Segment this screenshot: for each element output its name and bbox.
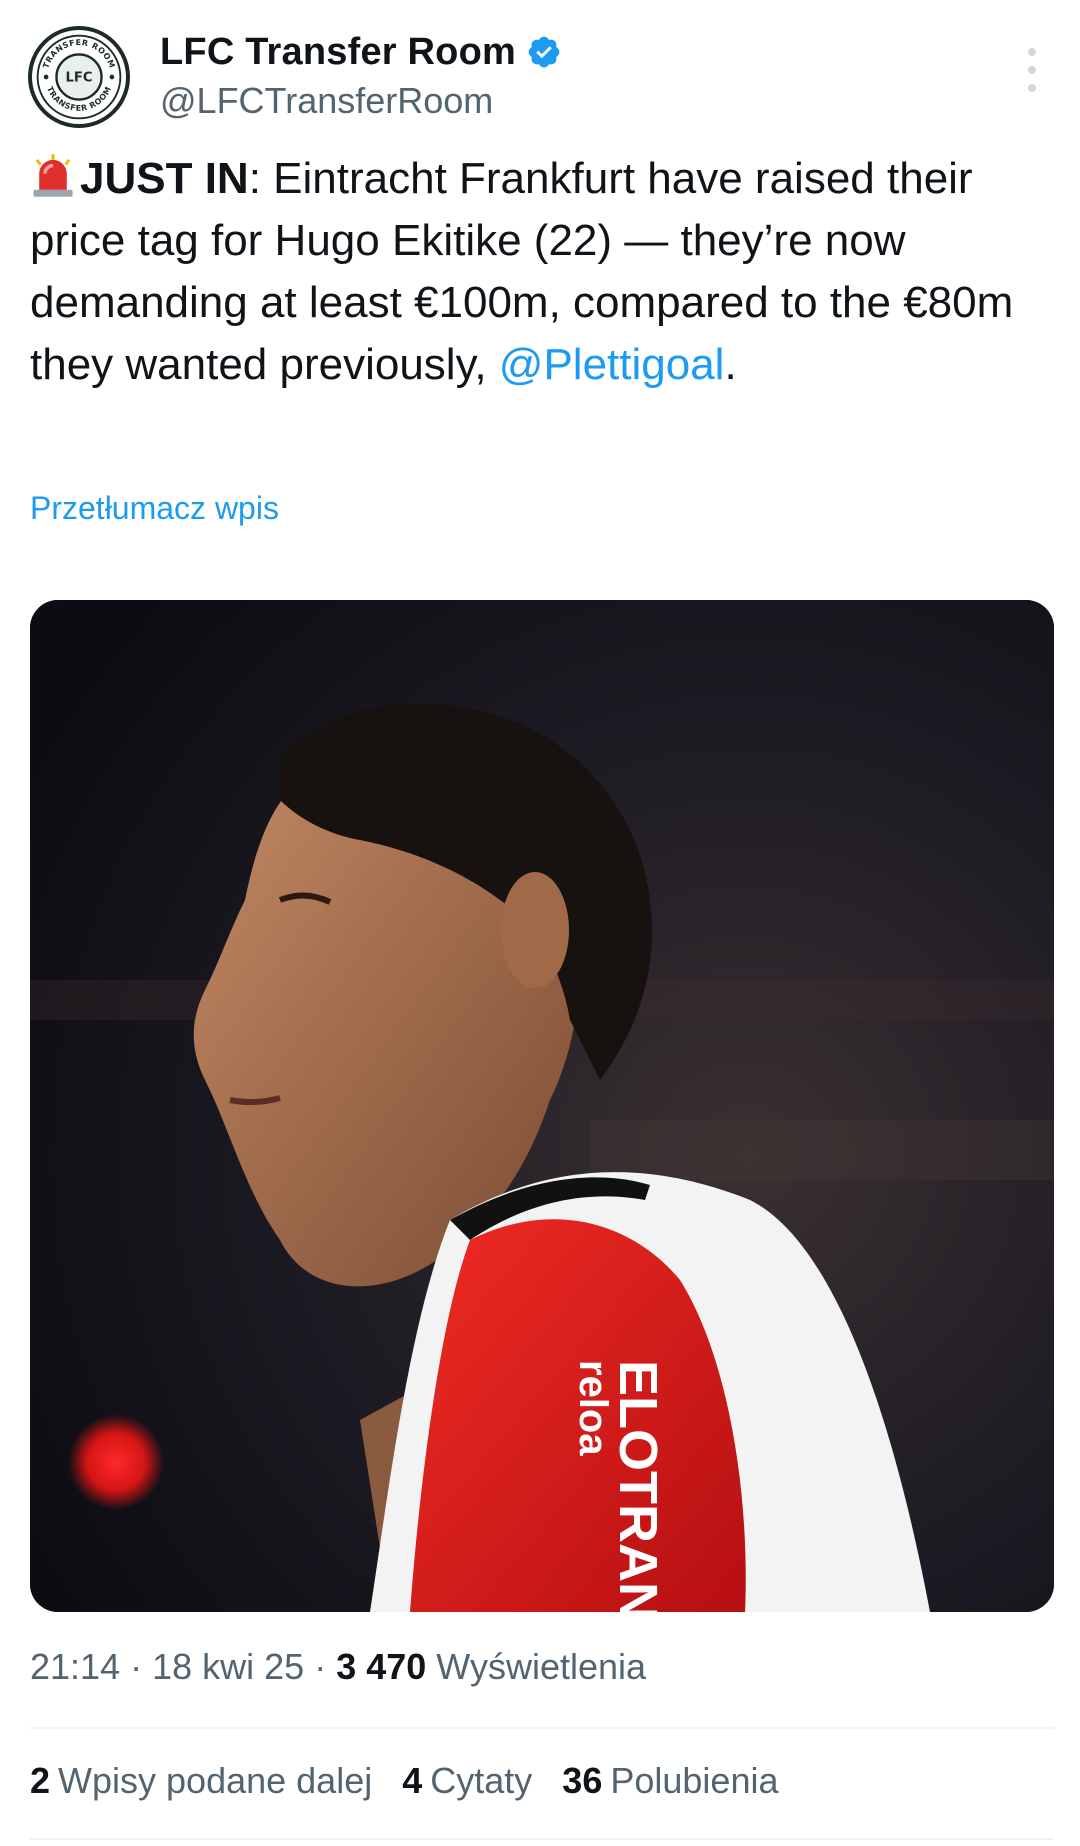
reposts-label: Wpisy podane dalej <box>58 1760 373 1801</box>
tweet-meta: 21:14 · 18 kwi 25 · 3 470 Wyświetlenia <box>30 1646 646 1688</box>
divider <box>30 1838 1054 1840</box>
likes-count: 36 <box>562 1760 603 1801</box>
meta-separator-1: · <box>120 1646 153 1687</box>
likes-stat[interactable]: 36 Polubienia <box>562 1760 778 1802</box>
meta-separator-2: · <box>304 1646 337 1687</box>
views-count: 3 470 <box>336 1646 427 1687</box>
tweet-date[interactable]: 18 kwi 25 <box>152 1646 304 1687</box>
divider <box>30 1727 1054 1729</box>
quotes-count: 4 <box>402 1760 423 1801</box>
likes-label: Polubienia <box>610 1760 779 1801</box>
author-display-name[interactable]: LFC Transfer Room <box>160 31 516 74</box>
tweet-prefix-colon: : <box>248 154 261 203</box>
more-options-icon[interactable] <box>1012 48 1052 92</box>
engagement-stats: 2 Wpisy podane dalej 4 Cytaty 36 Polubienia <box>30 1760 778 1802</box>
quotes-label: Cytaty <box>430 1760 533 1801</box>
reposts-count: 2 <box>30 1760 51 1801</box>
mention-link[interactable]: @Plettigoal <box>499 340 725 389</box>
tweet-suffix: . <box>724 340 737 389</box>
tweet-prefix: JUST IN <box>80 154 249 203</box>
quotes-stat[interactable]: 4 Cytaty <box>402 1760 532 1802</box>
avatar[interactable]: TRANSFER ROOM TRANSFER ROOM LFC <box>28 26 130 128</box>
verified-badge-icon[interactable] <box>526 34 562 70</box>
jersey-text-2: reloa <box>571 1360 615 1456</box>
tweet-photo[interactable]: ELOTRAN reloa <box>30 600 1054 1612</box>
tweet-text: JUST IN: Eintracht Frankfurt have raised… <box>30 148 1050 396</box>
translate-post-link[interactable]: Przetłumacz wpis <box>30 490 279 527</box>
author-handle[interactable]: @LFCTransferRoom <box>160 80 562 122</box>
avatar-logo-icon: TRANSFER ROOM TRANSFER ROOM LFC <box>33 31 125 123</box>
reposts-stat[interactable]: 2 Wpisy podane dalej <box>30 1760 372 1802</box>
player-photo-illustration: ELOTRAN reloa <box>30 600 1054 1612</box>
tweet-header: TRANSFER ROOM TRANSFER ROOM LFC LFC Tran… <box>28 26 1052 128</box>
police-light-icon <box>30 153 76 199</box>
author-names: LFC Transfer Room @LFCTransferRoom <box>160 28 562 122</box>
views-label: Wyświetlenia <box>426 1646 647 1687</box>
jersey-text-1: ELOTRAN <box>608 1360 668 1612</box>
display-name-row: LFC Transfer Room <box>160 28 562 76</box>
avatar-monogram: LFC <box>65 71 92 86</box>
tweet-time[interactable]: 21:14 <box>30 1646 120 1687</box>
